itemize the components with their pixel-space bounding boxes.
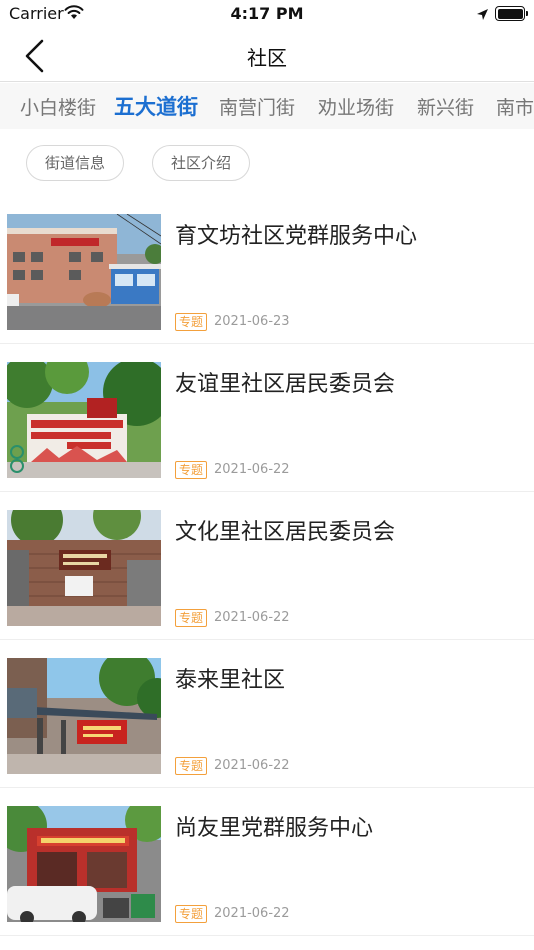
tab-nanshi[interactable]: 南市 [496, 93, 534, 120]
list-item[interactable]: 泰来里社区 专题 2021-06-22 [0, 640, 534, 788]
thumbnail-image [7, 510, 161, 626]
item-date: 2021-06-22 [214, 758, 290, 773]
tab-quanyechang[interactable]: 劝业场街 [318, 93, 394, 120]
battery-icon [495, 6, 528, 21]
list-item[interactable]: 尚友里党群服务中心 专题 2021-06-22 [0, 788, 534, 936]
item-title: 尚友里党群服务中心 [175, 816, 374, 841]
street-info-button[interactable]: 街道信息 [26, 145, 125, 181]
thumbnail-image [7, 806, 161, 922]
street-tab-bar: 小白楼街 五大道街 南营门街 劝业场街 新兴街 南市 [0, 83, 534, 129]
list-item[interactable]: 文化里社区居民委员会 专题 2021-06-22 [0, 492, 534, 640]
tab-nanyingmen[interactable]: 南营门街 [219, 93, 295, 120]
location-arrow-icon [476, 6, 489, 25]
list-item[interactable]: 友谊里社区居民委员会 专题 2021-06-22 [0, 344, 534, 492]
tab-xinxing[interactable]: 新兴街 [417, 93, 474, 120]
tab-xiaobailou[interactable]: 小白楼街 [20, 93, 96, 120]
clock: 4:17 PM [230, 4, 304, 23]
page-title: 社区 [247, 46, 287, 70]
status-bar: Carrier 4:17 PM [0, 0, 534, 30]
thumbnail-image [7, 362, 161, 478]
tab-wudadao[interactable]: 五大道街 [114, 91, 198, 121]
item-title: 育文坊社区党群服务中心 [175, 224, 418, 249]
topic-tag: 专题 [175, 905, 208, 923]
item-date: 2021-06-22 [214, 906, 290, 921]
topic-tag: 专题 [175, 609, 208, 627]
item-title: 文化里社区居民委员会 [175, 520, 396, 545]
item-date: 2021-06-22 [214, 610, 290, 625]
topic-tag: 专题 [175, 461, 208, 479]
thumbnail-image [7, 214, 161, 330]
topic-tag: 专题 [175, 313, 208, 331]
item-title: 友谊里社区居民委员会 [175, 372, 396, 397]
item-date: 2021-06-22 [214, 462, 290, 477]
thumbnail-image [7, 658, 161, 774]
item-title: 泰来里社区 [175, 668, 286, 693]
navigation-bar: 社区 [0, 30, 534, 82]
topic-tag: 专题 [175, 757, 208, 775]
list-item[interactable]: 育文坊社区党群服务中心 专题 2021-06-23 [0, 196, 534, 344]
item-date: 2021-06-23 [214, 314, 290, 329]
community-intro-button[interactable]: 社区介绍 [152, 145, 251, 181]
